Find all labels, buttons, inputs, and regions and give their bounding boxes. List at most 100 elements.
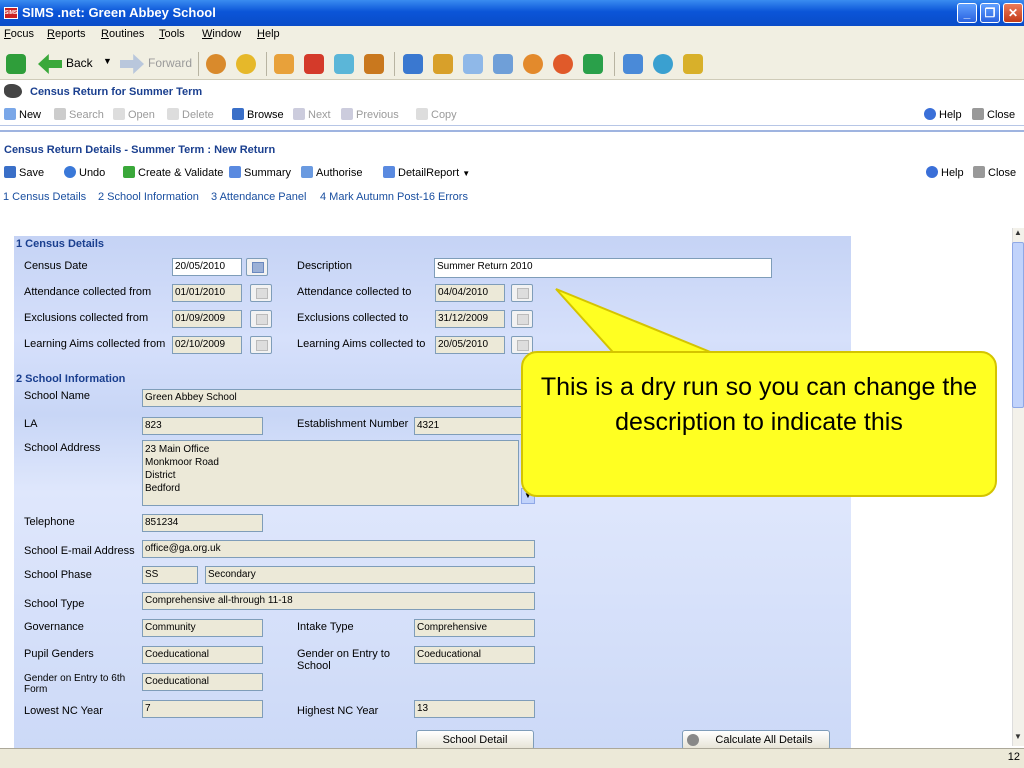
tick-icon[interactable]: [583, 54, 603, 74]
menu-focus[interactable]: Focus: [4, 28, 34, 40]
highest-nc-year-field[interactable]: 13: [414, 700, 535, 718]
search-button[interactable]: Search: [54, 108, 104, 121]
exclusions-from-field[interactable]: 01/09/2009: [172, 310, 242, 328]
attendance-from-label: Attendance collected from: [24, 286, 152, 298]
census-date-field[interactable]: 20/05/2010: [172, 258, 242, 276]
close-button[interactable]: Close: [972, 108, 1015, 121]
attendance-from-field[interactable]: 01/01/2010: [172, 284, 242, 302]
attendance-to-field[interactable]: 04/04/2010: [435, 284, 505, 302]
folder-icon[interactable]: [274, 54, 294, 74]
school-phase-field[interactable]: Secondary: [205, 566, 535, 584]
sync-icon[interactable]: [623, 54, 643, 74]
menu-help[interactable]: Help: [257, 28, 280, 40]
previous-button[interactable]: Previous: [341, 108, 399, 121]
delete-button[interactable]: Delete: [167, 108, 214, 121]
school-name-field[interactable]: Green Abbey School: [142, 389, 535, 407]
learning-aims-from-field[interactable]: 02/10/2009: [172, 336, 242, 354]
calculate-all-details-button[interactable]: Calculate All Details: [682, 730, 830, 750]
la-field[interactable]: 823: [142, 417, 263, 435]
flag-icon[interactable]: [304, 54, 324, 74]
intake-type-field[interactable]: Comprehensive: [414, 619, 535, 637]
new-button[interactable]: New: [4, 108, 41, 121]
learning-aims-to-calendar-button[interactable]: [511, 336, 533, 354]
learning-aims-from-calendar-button[interactable]: [250, 336, 272, 354]
school-address-field[interactable]: 23 Main Office Monkmoor Road District Be…: [142, 440, 519, 506]
exclusions-to-field[interactable]: 31/12/2009: [435, 310, 505, 328]
details-close-button[interactable]: Close: [973, 166, 1016, 179]
gender-entry-school-field[interactable]: Coeducational: [414, 646, 535, 664]
learning-aims-to-field[interactable]: 20/05/2010: [435, 336, 505, 354]
main-toolbar: Back ▼ Forward: [0, 44, 1024, 80]
link-mark-autumn-errors[interactable]: 4 Mark Autumn Post-16 Errors: [320, 191, 468, 203]
open-button[interactable]: Open: [113, 108, 155, 121]
authorise-button[interactable]: Authorise: [301, 166, 362, 179]
exclusions-from-calendar-button[interactable]: [250, 310, 272, 328]
link-census-details[interactable]: 1 Census Details: [3, 191, 86, 203]
menu-reports[interactable]: Reports: [47, 28, 86, 40]
person-icon[interactable]: [236, 54, 256, 74]
calendar-icon: [256, 314, 268, 325]
next-button[interactable]: Next: [293, 108, 331, 121]
establishment-number-field[interactable]: 4321: [414, 417, 535, 435]
browse-button[interactable]: Browse: [232, 108, 284, 121]
list-icon[interactable]: [463, 54, 483, 74]
scroll-down-icon[interactable]: ▼: [1012, 732, 1024, 744]
gender-entry-6th-field[interactable]: Coeducational: [142, 673, 263, 691]
chart-icon[interactable]: [403, 54, 423, 74]
email-field[interactable]: office@ga.org.uk: [142, 540, 535, 558]
summary-button[interactable]: Summary: [229, 166, 291, 179]
close-window-button[interactable]: ✕: [1003, 3, 1023, 23]
detail-report-button[interactable]: DetailReport ▼: [383, 166, 470, 179]
clock-icon[interactable]: [553, 54, 573, 74]
attendance-to-calendar-button[interactable]: [511, 284, 533, 302]
link-attendance-panel[interactable]: 3 Attendance Panel: [211, 191, 306, 203]
save-button[interactable]: Save: [4, 166, 44, 179]
save-icon: [4, 166, 16, 178]
people-icon[interactable]: [206, 54, 226, 74]
menu-window[interactable]: Window: [202, 28, 241, 40]
menu-tools[interactable]: Tools: [159, 28, 185, 40]
minimize-button[interactable]: _: [957, 3, 977, 23]
student-chart-icon[interactable]: [433, 54, 453, 74]
telephone-label: Telephone: [24, 516, 75, 528]
reports-icon[interactable]: [683, 54, 703, 74]
copy-button[interactable]: Copy: [416, 108, 457, 121]
description-input[interactable]: Summer Return 2010: [434, 258, 772, 278]
scrollbar-thumb[interactable]: [1012, 242, 1024, 408]
forward-button[interactable]: Forward: [148, 56, 192, 70]
learning-aims-from-label: Learning Aims collected from: [24, 338, 166, 350]
governance-field[interactable]: Community: [142, 619, 263, 637]
link-school-information[interactable]: 2 School Information: [98, 191, 199, 203]
lowest-nc-year-field[interactable]: 7: [142, 700, 263, 718]
back-arrow-icon[interactable]: [38, 54, 62, 74]
undo-button[interactable]: Undo: [64, 166, 105, 179]
help-button[interactable]: Help: [924, 108, 962, 121]
exclusions-to-calendar-button[interactable]: [511, 310, 533, 328]
pupil-genders-field[interactable]: Coeducational: [142, 646, 263, 664]
school-phase-code-field[interactable]: SS: [142, 566, 198, 584]
menu-routines[interactable]: Routines: [101, 28, 144, 40]
users-icon[interactable]: [523, 54, 543, 74]
group-icon[interactable]: [364, 54, 384, 74]
establishment-number-label: Establishment Number: [297, 418, 409, 430]
school-detail-button[interactable]: School Detail: [416, 730, 534, 750]
restore-button[interactable]: ❐: [980, 3, 1000, 23]
toolbar-separator: [266, 52, 267, 76]
details-help-button[interactable]: Help: [926, 166, 964, 179]
back-button[interactable]: Back: [66, 56, 93, 70]
telephone-field[interactable]: 851234: [142, 514, 263, 532]
refresh-icon[interactable]: [6, 54, 26, 74]
census-date-calendar-button[interactable]: [246, 258, 268, 276]
menu-bar: Focus Reports Routines Tools Window Help: [0, 26, 1024, 44]
create-validate-button[interactable]: Create & Validate: [123, 166, 223, 179]
attendance-from-calendar-button[interactable]: [250, 284, 272, 302]
census-details-heading: 1 Census Details: [16, 238, 105, 250]
undo-icon: [64, 166, 76, 178]
calendar-icon[interactable]: [334, 54, 354, 74]
school-type-field[interactable]: Comprehensive all-through 11-18: [142, 592, 535, 610]
back-dropdown-icon[interactable]: ▼: [103, 56, 112, 66]
notes-icon[interactable]: [493, 54, 513, 74]
scroll-up-icon[interactable]: ▲: [1012, 228, 1024, 240]
globe-icon[interactable]: [653, 54, 673, 74]
forward-arrow-icon[interactable]: [120, 54, 144, 74]
